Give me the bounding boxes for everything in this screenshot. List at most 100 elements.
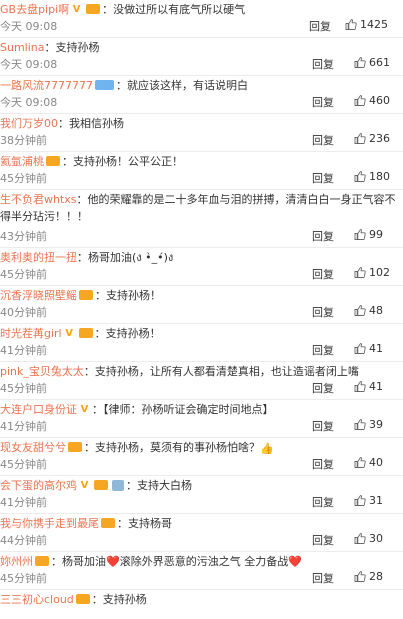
comment-username[interactable]: 氦氩浦桃 [0,155,44,168]
reply-button[interactable]: 回复 [312,132,334,148]
comment-footer: 今天 09:08 回复 661 [0,56,403,71]
comment-username[interactable]: Sumlina [0,41,45,54]
like-button[interactable]: 460 [354,94,390,107]
reply-button[interactable]: 回复 [312,56,334,72]
comment-username[interactable]: pink_宝贝兔太太 [0,365,84,378]
comment-colon: ： [94,327,106,340]
comment-username[interactable]: 会下蛋的高尔鸡 [0,479,77,492]
thumbs-up-icon [354,380,369,393]
like-button[interactable]: 1425 [345,18,388,31]
comment-content: Sumlina：支持孙杨 [0,39,397,56]
thumbs-up-icon [354,342,369,355]
like-button[interactable]: 39 [354,418,383,431]
comment-content: 大连户口身份证 V ：【律师：孙杨听证会确定时间地点】 [0,401,397,418]
comment-content: 时光茬苒girl V ：支持孙杨！ [0,325,397,342]
vip-badge-icon [79,290,93,300]
like-button[interactable]: 180 [354,170,390,183]
like-count: 102 [369,266,390,279]
like-button[interactable]: 41 [354,380,383,393]
comment-text: 杨哥加油❤️滚除外界恶意的污浊之气 全力备战❤️ [62,555,302,568]
reply-button[interactable]: 回复 [312,304,334,320]
comment-text: 【律师：孙杨听证会确定时间地点】 [103,403,274,416]
reply-button[interactable]: 回复 [312,570,334,586]
like-button[interactable]: 236 [354,132,390,145]
comment-username[interactable]: 生不负君whtxs [0,193,77,206]
like-button[interactable]: 48 [354,304,383,317]
comment-text: 就应该这样，有话说明白 [127,79,248,92]
comment-username[interactable]: 我与你携手走到最尾 [0,517,99,530]
like-count: 236 [369,132,390,145]
thumbs-up-icon [354,418,369,431]
reply-button[interactable]: 回复 [312,228,334,244]
like-count: 39 [369,418,383,431]
comment-username[interactable]: 大连户口身份证 [0,403,77,416]
comment-item: 大连户口身份证 V ：【律师：孙杨听证会确定时间地点】 41分钟前 回复 39 [0,400,403,438]
comment-username[interactable]: 三三初心cloud [0,593,74,606]
reply-button[interactable]: 回复 [312,266,334,282]
reply-button[interactable]: 回复 [312,456,334,472]
comment-username[interactable]: 时光茬苒girl [0,327,62,340]
comment-colon: ： [51,555,62,568]
thumbs-up-icon [354,570,369,583]
comment-footer: 今天 09:08 回复 460 [0,94,403,109]
comment-time: 43分钟前 [0,230,47,243]
comment-footer: 41分钟前 回复 41 [0,342,403,357]
like-button[interactable]: 41 [354,342,383,355]
comment-text: 支持孙杨！ [105,327,161,340]
like-count: 1425 [360,18,388,31]
comment-time: 45分钟前 [0,458,47,471]
reply-button[interactable]: 回复 [312,532,334,548]
like-button[interactable]: 28 [354,570,383,583]
comment-text: 我相信孙杨 [69,117,124,130]
comment-item: pink_宝贝兔太太：支持孙杨，让所有人都看清楚真相，也让造谣者闭上嘴 45分钟前… [0,362,403,400]
comment-item: Sumlina：支持孙杨今天 09:08 回复 661 [0,38,403,76]
comment-content: 氦氩浦桃 ：支持孙杨！公平公正！ [0,153,397,170]
comment-colon: ： [116,79,127,92]
comment-content: GB去盘pipi啊 V ：没做过所以有底气所以硬气 [0,1,397,18]
vip-badge-icon [75,594,90,604]
like-button[interactable]: 30 [354,532,383,545]
comment-text: 没做过所以有底气所以硬气 [113,3,246,16]
like-button[interactable]: 99 [354,228,383,241]
comment-time: 今天 09:08 [0,58,58,71]
reply-button[interactable]: 回复 [312,494,334,510]
comment-text: 支持孙杨！公平公正！ [73,155,183,168]
reply-button[interactable]: 回复 [312,94,334,110]
comment-username[interactable]: 妳州州 [0,555,33,568]
comment-item: 生不负君whtxs：他的荣耀靠的是二十多年血与泪的拼搏，清清白白一身正气容不得半… [0,190,403,248]
comment-item: 我们万岁00：我相信孙杨 38分钟前 回复 236 [0,114,403,152]
comment-username[interactable]: 一路风流7777777 [0,79,93,92]
comment-colon: ： [58,117,69,130]
comment-item: 我与你携手走到最尾 ：支持杨哥 44分钟前 回复 30 [0,514,403,552]
reply-button[interactable]: 回复 [312,342,334,358]
like-button[interactable]: 40 [354,456,383,469]
thumbs-up-icon [354,94,369,107]
comment-username[interactable]: 沉香浮晓照壁鳐 [0,289,77,302]
comment-username[interactable]: GB去盘pipi啊 [0,3,69,16]
comment-content: 奥利奥的扭一扭：杨哥加油(ง •̀_•́)ง [0,249,397,266]
like-button[interactable]: 102 [354,266,390,279]
vip-badge-icon [86,4,101,14]
comment-username[interactable]: 奥利奥的扭一扭 [0,251,77,264]
like-count: 180 [369,170,390,183]
level-badge-icon [112,479,124,491]
comment-colon: ： [91,593,103,606]
like-button[interactable]: 661 [354,56,390,69]
vip-badge-icon [94,480,108,490]
comment-username[interactable]: 现女友甜兮兮 [0,441,66,454]
reply-button[interactable]: 回复 [312,170,334,186]
comment-colon: ： [84,441,95,454]
comment-item: 会下蛋的高尔鸡 V ：支持大白杨 41分钟前 回复 31 [0,476,403,514]
reply-button[interactable]: 回复 [312,380,334,396]
reply-button[interactable]: 回复 [309,18,331,34]
comment-time: 40分钟前 [0,306,47,319]
comment-footer: 44分钟前 回复 30 [0,532,403,547]
vip-badge-icon [78,328,93,338]
like-button[interactable]: 31 [354,494,383,507]
comment-footer: 41分钟前 回复 39 [0,418,403,433]
comment-username[interactable]: 我们万岁00 [0,117,58,130]
reply-button[interactable]: 回复 [312,418,334,434]
thumbs-up-icon [345,18,360,31]
comment-time: 41分钟前 [0,496,47,509]
comment-colon: ： [62,155,73,168]
